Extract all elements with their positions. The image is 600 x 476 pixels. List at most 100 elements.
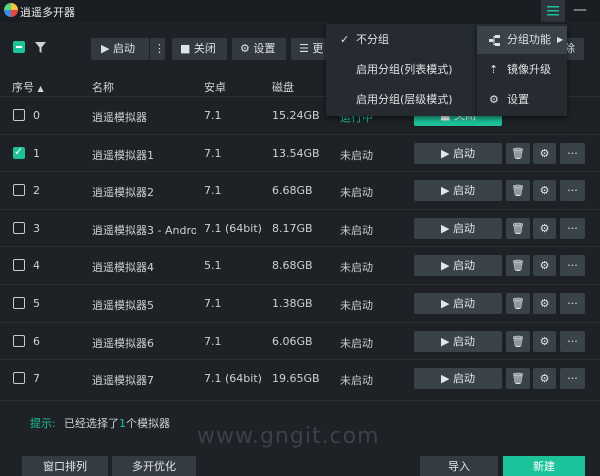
new-button[interactable]: 新建 (503, 456, 585, 476)
row-more-button[interactable]: ··· (560, 293, 585, 314)
settings-button[interactable]: ⚙ 设置 (232, 38, 286, 60)
hint-prefix: 提示: (30, 417, 56, 430)
table-row[interactable]: 1 逍遥模拟器1 7.1 13.54GB 未启动 ▶ 启动 🗑 ⚙ ··· (0, 133, 600, 171)
row-disk: 19.65GB (272, 372, 320, 386)
menu-item-image-upgrade[interactable]: ⇡ 镜像升级 (477, 56, 567, 84)
row-settings-button[interactable]: ⚙ (533, 330, 556, 352)
row-more-button[interactable]: ··· (560, 255, 585, 277)
more-button[interactable]: ☰ 更 (291, 38, 327, 60)
menu-item-group-tree[interactable]: 启用分组(层级模式) (326, 86, 477, 114)
row-more-button[interactable]: ··· (560, 368, 585, 390)
row-checkbox[interactable] (13, 145, 25, 159)
row-checkbox[interactable] (13, 184, 25, 197)
row-disk: 15.24GB (272, 109, 320, 122)
row-name: 逍遥模拟器1 (92, 148, 154, 162)
row-more-button[interactable]: ··· (560, 142, 585, 164)
row-settings-button[interactable]: ⚙ (533, 180, 556, 202)
window-arrange-button[interactable]: 窗口排列 (22, 456, 108, 476)
row-disk: 8.17GB (272, 221, 313, 235)
start-more-button[interactable]: ⋮ (150, 38, 165, 60)
close-all-button[interactable]: ■ 关闭 (172, 38, 227, 60)
row-start-button[interactable]: ▶ 启动 (414, 330, 502, 352)
row-start-button[interactable]: ▶ 启动 (414, 293, 502, 314)
row-more-button[interactable]: ··· (560, 217, 585, 239)
row-checkbox[interactable] (13, 334, 25, 347)
menu-item-group-list[interactable]: 启用分组(列表模式) (326, 56, 477, 84)
row-checkbox[interactable] (13, 259, 25, 272)
filter-icon[interactable] (35, 42, 46, 53)
play-icon: ▶ (441, 372, 450, 386)
header-disk: 磁盘 (272, 81, 294, 94)
row-checkbox[interactable] (13, 221, 25, 234)
row-settings-button[interactable]: ⚙ (533, 217, 556, 239)
row-status: 未启动 (340, 261, 373, 275)
gear-icon: ⚙ (539, 334, 550, 348)
row-settings-button[interactable]: ⚙ (533, 368, 556, 390)
row-index: 6 (33, 334, 40, 348)
menu-item-group-function[interactable]: 分组功能 ▶ (477, 26, 567, 54)
row-settings-button[interactable]: ⚙ (533, 142, 556, 164)
row-settings-button[interactable]: ⚙ (533, 255, 556, 277)
table-row[interactable]: 5 逍遥模拟器5 7.1 1.38GB 未启动 ▶ 启动 🗑 ⚙ ··· (0, 284, 600, 321)
play-icon: ▶ (101, 42, 110, 55)
row-more-button[interactable]: ··· (560, 180, 585, 202)
title-bar: 逍遥多开器 — (0, 0, 600, 22)
table-row[interactable]: 2 逍遥模拟器2 7.1 6.68GB 未启动 ▶ 启动 🗑 ⚙ ··· (0, 171, 600, 208)
table-row[interactable]: 3 逍遥模拟器3 - Andro 7.1 (64bit) 8.17GB 未启动 … (0, 208, 600, 246)
trash-icon: 🗑 (511, 221, 525, 235)
row-start-button[interactable]: ▶ 启动 (414, 180, 502, 202)
start-all-button[interactable]: ▶ 启动 (91, 38, 149, 60)
row-checkbox[interactable] (13, 297, 25, 309)
row-delete-button[interactable]: 🗑 (506, 255, 530, 277)
row-delete-button[interactable]: 🗑 (506, 142, 530, 164)
trash-icon: 🗑 (511, 259, 525, 273)
row-android: 7.1 (204, 297, 222, 310)
row-android: 5.1 (204, 259, 222, 273)
table-row[interactable]: 7 逍遥模拟器7 7.1 (64bit) 19.65GB 未启动 ▶ 启动 🗑 … (0, 359, 600, 396)
row-start-button[interactable]: ▶ 启动 (414, 255, 502, 277)
row-checkbox[interactable] (13, 109, 25, 121)
sort-up-icon: ▲ (37, 84, 44, 93)
bottom-bar: 窗口排列 多开优化 导入 新建 (0, 456, 600, 476)
row-settings-button[interactable]: ⚙ (533, 293, 556, 314)
row-start-button[interactable]: ▶ 启动 (414, 217, 502, 239)
row-name: 逍遥模拟器6 (92, 336, 154, 350)
menu-button[interactable] (541, 0, 565, 22)
header-name: 名称 (92, 81, 114, 94)
row-name: 逍遥模拟器2 (92, 186, 154, 200)
row-delete-button[interactable]: 🗑 (506, 330, 530, 352)
menu-item-no-group[interactable]: ✓ 不分组 (326, 26, 477, 54)
header-index[interactable]: 序号 ▲ (12, 79, 44, 95)
row-index: 2 (33, 184, 40, 198)
stop-icon: ■ (180, 42, 191, 55)
row-delete-button[interactable]: 🗑 (506, 180, 530, 202)
gear-icon: ⚙ (489, 93, 499, 106)
row-status: 未启动 (340, 299, 373, 312)
select-all-checkbox[interactable] (13, 41, 25, 53)
play-icon: ▶ (441, 334, 450, 348)
multi-optimize-button[interactable]: 多开优化 (112, 456, 196, 476)
row-index: 4 (33, 259, 40, 273)
row-delete-button[interactable]: 🗑 (506, 217, 530, 239)
minimize-button[interactable]: — (568, 0, 592, 22)
menu-item-settings[interactable]: ⚙ 设置 (477, 86, 567, 114)
row-start-button[interactable]: ▶ 启动 (414, 368, 502, 390)
row-checkbox[interactable] (13, 372, 25, 385)
row-delete-button[interactable]: 🗑 (506, 293, 530, 314)
row-android: 7.1 (64bit) (204, 221, 262, 235)
import-button[interactable]: 导入 (420, 456, 498, 476)
row-delete-button[interactable]: 🗑 (506, 368, 530, 390)
play-icon: ▶ (441, 259, 450, 273)
table-row[interactable]: 6 逍遥模拟器6 7.1 6.06GB 未启动 ▶ 启动 🗑 ⚙ ··· (0, 321, 600, 359)
row-name: 逍遥模拟器4 (92, 261, 154, 275)
app-logo-icon (4, 3, 18, 17)
row-index: 3 (33, 221, 40, 235)
row-index: 7 (33, 372, 40, 386)
row-index: 5 (33, 297, 40, 310)
row-android: 7.1 (204, 109, 222, 122)
row-name: 逍遥模拟器3 - Andro (92, 223, 196, 237)
table-row[interactable]: 4 逍遥模拟器4 5.1 8.68GB 未启动 ▶ 启动 🗑 ⚙ ··· (0, 246, 600, 283)
row-start-button[interactable]: ▶ 启动 (414, 142, 502, 164)
gear-icon: ⚙ (539, 221, 550, 235)
row-more-button[interactable]: ··· (560, 330, 585, 352)
